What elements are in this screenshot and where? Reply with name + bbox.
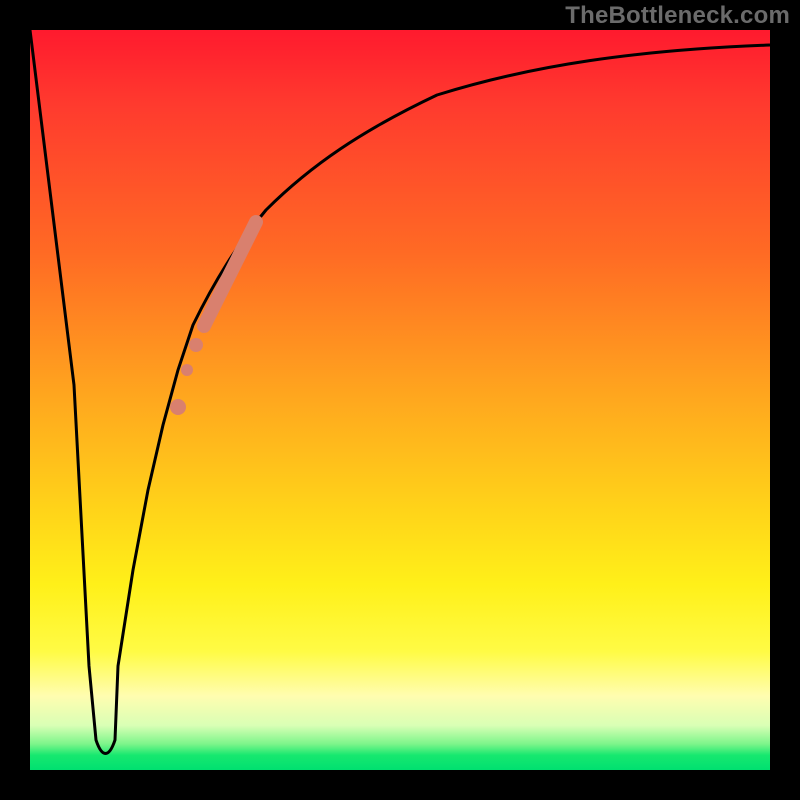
watermark-text: TheBottleneck.com [565, 2, 790, 30]
marker-dot-3 [170, 399, 186, 415]
marker-dot-1 [189, 338, 203, 352]
chart-curve [30, 30, 770, 754]
chart-svg [30, 30, 770, 770]
marker-dot-2 [181, 364, 193, 376]
chart-frame: TheBottleneck.com [0, 0, 800, 800]
marker-thick-segment [204, 222, 256, 326]
